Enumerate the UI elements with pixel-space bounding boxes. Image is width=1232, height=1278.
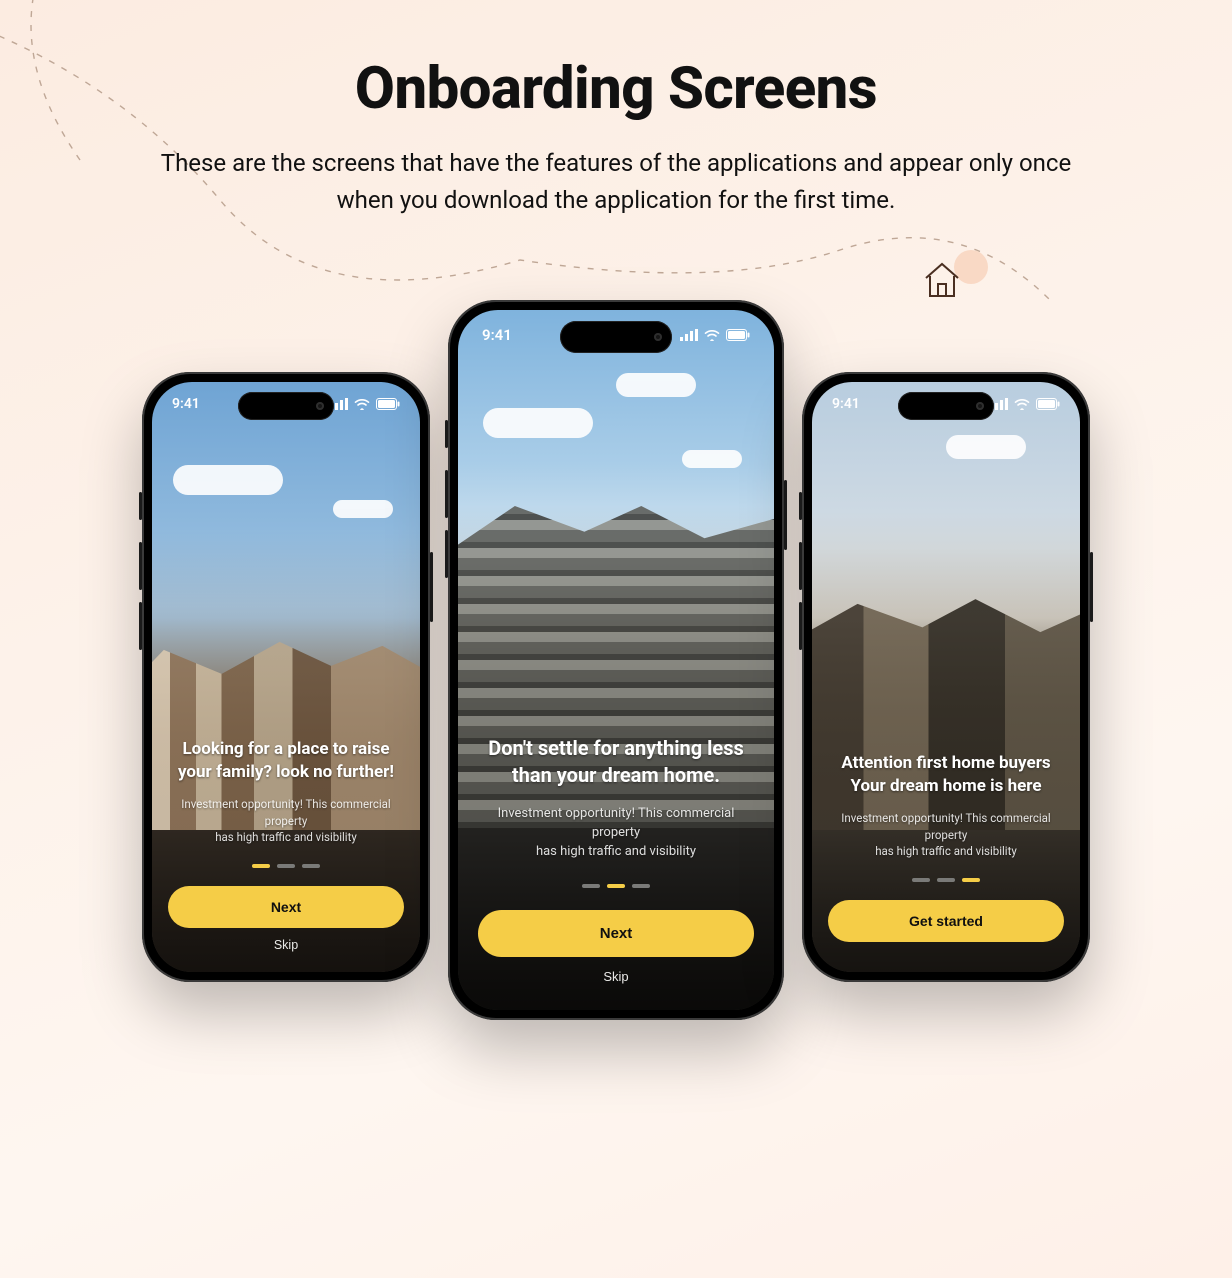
wifi-icon	[354, 398, 370, 410]
page-indicator	[168, 864, 404, 868]
status-time: 9:41	[482, 326, 512, 344]
battery-icon	[1036, 398, 1060, 410]
wifi-icon	[1014, 398, 1030, 410]
phone-mockup-2: 9:41 Don't settle for anything less than…	[448, 300, 784, 1020]
battery-icon	[376, 398, 400, 410]
cellular-signal-icon	[680, 329, 698, 341]
onboarding-heading: Don't settle for anything less than your…	[478, 735, 754, 789]
page-dot	[252, 864, 270, 868]
wifi-icon	[704, 329, 720, 341]
status-time: 9:41	[832, 396, 860, 412]
onboarding-subtext: Investment opportunity! This commercial …	[828, 810, 1064, 860]
phone-mockup-1: 9:41 Looking for a place to raise your f…	[142, 372, 430, 982]
phone-mockups-row: 9:41 Looking for a place to raise your f…	[0, 300, 1232, 1020]
page-dot	[937, 878, 955, 882]
skip-button[interactable]: Skip	[478, 957, 754, 984]
page-dot	[277, 864, 295, 868]
page-dot	[632, 884, 650, 888]
onboarding-heading: Attention first home buyers Your dream h…	[828, 752, 1064, 798]
page-title: Onboarding Screens	[80, 55, 1152, 123]
page-dot	[607, 884, 625, 888]
next-button[interactable]: Next	[168, 886, 404, 928]
get-started-button[interactable]: Get started	[828, 900, 1064, 942]
page-subtitle: These are the screens that have the feat…	[136, 145, 1096, 219]
page-dot	[912, 878, 930, 882]
onboarding-subtext: Investment opportunity! This commercial …	[168, 796, 404, 846]
page-indicator	[478, 884, 754, 888]
dynamic-island	[560, 321, 672, 353]
status-time: 9:41	[172, 396, 200, 412]
phone-mockup-3: 9:41 Attention first home buyers Your dr…	[802, 372, 1090, 982]
dynamic-island	[238, 392, 334, 420]
skip-button[interactable]: Skip	[168, 928, 404, 952]
onboarding-heading: Looking for a place to raise your family…	[168, 738, 404, 784]
page-indicator	[828, 878, 1064, 882]
battery-icon	[726, 329, 750, 341]
page-dot	[302, 864, 320, 868]
onboarding-subtext: Investment opportunity! This commercial …	[478, 805, 754, 862]
next-button[interactable]: Next	[478, 910, 754, 957]
page-dot	[582, 884, 600, 888]
dynamic-island	[898, 392, 994, 420]
page-dot	[962, 878, 980, 882]
